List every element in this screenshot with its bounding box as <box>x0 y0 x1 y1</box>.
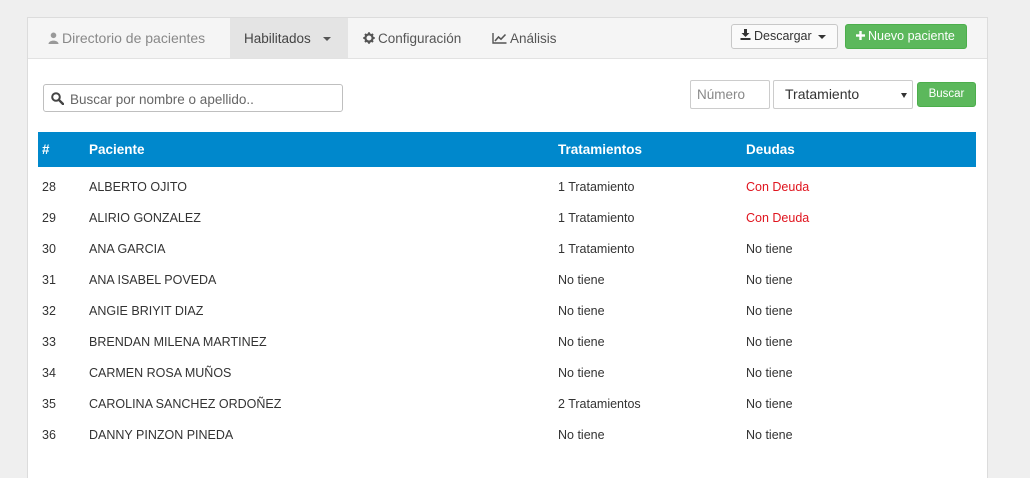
header-debts[interactable]: Deudas <box>746 132 795 167</box>
caret-down-icon <box>817 34 826 39</box>
row-treatments: No tiene <box>558 273 605 287</box>
row-debt-status: No tiene <box>746 304 793 318</box>
tab-directory-label: Directorio de pacientes <box>62 30 206 46</box>
table-row[interactable]: 34 CARMEN ROSA MUÑOS No tiene No tiene <box>38 358 976 389</box>
row-debt-status: No tiene <box>746 335 793 349</box>
row-patient-name[interactable]: ANA ISABEL POVEDA <box>89 265 216 296</box>
row-treatments: No tiene <box>558 335 605 349</box>
chart-line-icon <box>492 19 507 60</box>
tab-analysis[interactable]: Análisis <box>492 18 557 58</box>
patients-panel: Directorio de pacientes Habilitados Conf… <box>27 17 988 478</box>
gear-icon <box>363 19 375 60</box>
search-button[interactable]: Buscar <box>917 82 976 107</box>
row-patient-name[interactable]: ALBERTO OJITO <box>89 172 187 203</box>
row-treatments: No tiene <box>558 428 605 442</box>
new-patient-button[interactable]: Nuevo paciente <box>845 24 967 49</box>
tab-analysis-label: Análisis <box>510 31 557 46</box>
tab-enabled[interactable]: Habilitados <box>230 18 348 58</box>
number-input[interactable] <box>690 80 770 109</box>
row-patient-name[interactable]: ALIRIO GONZALEZ <box>89 203 201 234</box>
row-number: 33 <box>42 335 56 349</box>
row-debt-status: No tiene <box>746 242 793 256</box>
row-patient-name[interactable]: ANGIE BRIYIT DIAZ <box>89 296 203 327</box>
row-treatments: 1 Tratamiento <box>558 180 635 194</box>
tab-enabled-label: Habilitados <box>244 31 311 46</box>
row-number: 29 <box>42 211 56 225</box>
tab-config[interactable]: Configuración <box>363 18 461 58</box>
treatment-select-value: Tratamiento <box>785 86 860 102</box>
plus-icon <box>856 25 865 48</box>
table-row[interactable]: 31 ANA ISABEL POVEDA No tiene No tiene <box>38 265 976 296</box>
table-row[interactable]: 32 ANGIE BRIYIT DIAZ No tiene No tiene <box>38 296 976 327</box>
treatment-select[interactable]: Tratamiento <box>773 80 913 109</box>
name-search-field[interactable] <box>43 84 343 112</box>
table-row[interactable]: 36 DANNY PINZON PINEDA No tiene No tiene <box>38 420 976 451</box>
table-row[interactable]: 35 CAROLINA SANCHEZ ORDOÑEZ 2 Tratamientos… <box>38 389 976 420</box>
tab-bar: Directorio de pacientes Habilitados Conf… <box>28 18 987 59</box>
row-number: 35 <box>42 397 56 411</box>
search-icon <box>51 92 65 108</box>
row-number: 32 <box>42 304 56 318</box>
table-header: # Paciente Tratamientos Deudas <box>38 132 976 167</box>
table-row[interactable]: 28 ALBERTO OJITO 1 Tratamiento Con Deuda <box>38 172 976 203</box>
patients-table-body: 28 ALBERTO OJITO 1 Tratamiento Con Deuda 29 A… <box>38 172 976 451</box>
tab-directory[interactable]: Directorio de pacientes <box>48 18 205 58</box>
select-arrow-icon <box>901 93 907 98</box>
row-patient-name[interactable]: CAROLINA SANCHEZ ORDOÑEZ <box>89 389 281 420</box>
table-row[interactable]: 30 ANA GARCIA 1 Tratamiento No tiene <box>38 234 976 265</box>
row-debt-status: No tiene <box>746 397 793 411</box>
row-treatments: No tiene <box>558 366 605 380</box>
header-number: # <box>42 142 50 157</box>
row-treatments: 1 Tratamiento <box>558 211 635 225</box>
row-debt-status: Con Deuda <box>746 211 810 225</box>
user-icon <box>48 19 59 60</box>
row-number: 30 <box>42 242 56 256</box>
row-treatments: 1 Tratamiento <box>558 242 635 256</box>
name-search-input[interactable] <box>68 86 342 112</box>
row-patient-name[interactable]: BRENDAN MILENA MARTINEZ <box>89 327 267 358</box>
new-patient-label: Nuevo paciente <box>868 29 955 43</box>
row-number: 31 <box>42 273 56 287</box>
row-number: 36 <box>42 428 56 442</box>
row-number: 34 <box>42 366 56 380</box>
row-patient-name[interactable]: ANA GARCIA <box>89 234 165 265</box>
header-treatments[interactable]: Tratamientos <box>558 132 642 167</box>
row-patient-name[interactable]: CARMEN ROSA MUÑOS <box>89 358 231 389</box>
row-debt-status: Con Deuda <box>746 180 810 194</box>
row-debt-status: No tiene <box>746 366 793 380</box>
row-number: 28 <box>42 180 56 194</box>
table-row[interactable]: 33 BRENDAN MILENA MARTINEZ No tiene No tien… <box>38 327 976 358</box>
row-patient-name[interactable]: DANNY PINZON PINEDA <box>89 420 233 451</box>
download-icon <box>740 25 751 48</box>
row-treatments: 2 Tratamientos <box>558 397 641 411</box>
download-button[interactable]: Descargar <box>731 24 838 49</box>
row-debt-status: No tiene <box>746 273 793 287</box>
row-treatments: No tiene <box>558 304 605 318</box>
tab-config-label: Configuración <box>378 31 462 46</box>
table-row[interactable]: 29 ALIRIO GONZALEZ 1 Tratamiento Con Deuda <box>38 203 976 234</box>
row-debt-status: No tiene <box>746 428 793 442</box>
download-label: Descargar <box>754 29 812 43</box>
caret-down-icon <box>322 37 331 42</box>
header-patient[interactable]: Paciente <box>89 132 145 167</box>
